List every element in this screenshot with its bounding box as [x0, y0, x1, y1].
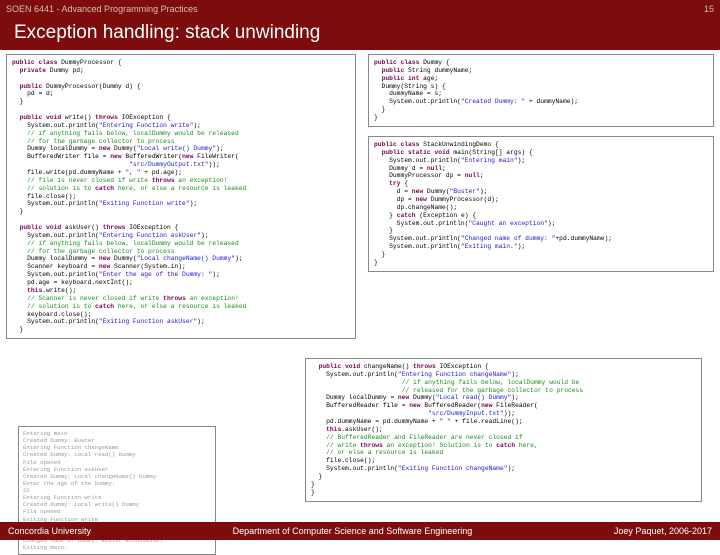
code-dummy-processor: public class DummyProcessor { private Du… [6, 54, 356, 339]
course-code: SOEN 6441 - Advanced Programming Practic… [6, 4, 198, 14]
footer: Concordia University Department of Compu… [0, 522, 720, 540]
code-stack-unwinding-demo: public class StackUnwindingDemo { public… [368, 136, 714, 272]
footer-university: Concordia University [8, 526, 91, 536]
slide-title: Exception handling: stack unwinding [0, 18, 720, 50]
code-change-name: public void changeName() throws IOExcept… [305, 358, 702, 502]
slide-content: public class DummyProcessor { private Du… [0, 50, 720, 522]
footer-department: Department of Computer Science and Softw… [233, 526, 473, 536]
code-dummy-class: public class Dummy { public String dummy… [368, 54, 714, 127]
page-number: 15 [704, 4, 714, 14]
footer-author: Joey Paquet, 2006-2017 [614, 526, 712, 536]
